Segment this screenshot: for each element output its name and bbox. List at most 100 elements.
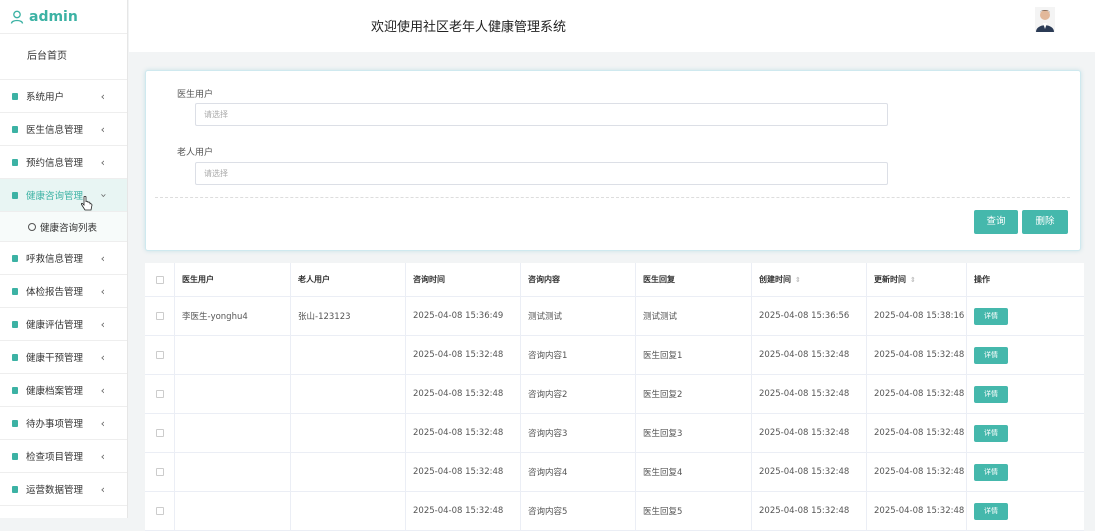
table-cell-time: 2025-04-08 15:32:48 xyxy=(406,453,521,491)
column-header: 咨询内容 xyxy=(521,263,636,296)
chevron-left-icon: ‹ xyxy=(100,482,105,496)
sidebar-item-health-assessment[interactable]: 健康评估管理 ‹ xyxy=(0,308,127,341)
table-cell-doctor xyxy=(175,453,291,491)
submenu-item-consult-list[interactable]: 健康咨询列表 xyxy=(0,212,127,242)
sort-icon[interactable]: ⇕ xyxy=(795,276,801,284)
detail-button[interactable]: 详情 xyxy=(974,502,1008,520)
sidebar-item-label: 呼救信息管理 xyxy=(26,254,84,265)
table-cell-doctor xyxy=(175,336,291,374)
sidebar-item-checkup-report[interactable]: 体检报告管理 ‹ xyxy=(0,275,127,308)
doctor-user-select[interactable]: 请选择 xyxy=(195,103,888,126)
table-cell-updated: 2025-04-08 15:32:48 xyxy=(867,492,967,530)
sidebar-item-label: 医生信息管理 xyxy=(26,125,84,136)
action-cell: 详情 xyxy=(967,336,1084,374)
sidebar-item-appointment[interactable]: 预约信息管理 ‹ xyxy=(0,146,127,179)
chevron-left-icon: ‹ xyxy=(100,449,105,463)
document-icon xyxy=(12,386,18,394)
sidebar-item-label: 健康档案管理 xyxy=(26,386,84,397)
row-select-cell xyxy=(145,375,175,413)
table-header: 医生用户 老人用户 咨询时间 咨询内容 医生回复 创建时间 ⇕ 更新时间 ⇕ 操作 xyxy=(145,263,1084,297)
row-checkbox[interactable] xyxy=(155,351,164,359)
table-cell-doctor xyxy=(175,492,291,530)
sort-icon[interactable]: ⇕ xyxy=(910,276,916,284)
sidebar-item-health-records[interactable]: 健康档案管理 ‹ xyxy=(0,374,127,407)
document-icon xyxy=(12,158,18,166)
row-select-cell xyxy=(145,297,175,335)
chevron-left-icon: ‹ xyxy=(100,317,105,331)
detail-button[interactable]: 详情 xyxy=(974,424,1008,442)
action-cell: 详情 xyxy=(967,414,1084,452)
column-header-label: 更新时间 xyxy=(874,275,906,284)
table-cell-doctor xyxy=(175,414,291,452)
sidebar-item-label: 系统用户 xyxy=(26,92,65,103)
table-cell-content: 咨询内容3 xyxy=(521,414,636,452)
detail-button[interactable]: 详情 xyxy=(974,385,1008,403)
elder-user-select[interactable]: 请选择 xyxy=(195,162,888,185)
table-cell-elder xyxy=(291,492,406,530)
table-row: 2025-04-08 15:32:48 咨询内容3 医生回复3 2025-04-08 … xyxy=(145,414,1084,453)
query-button[interactable]: 查询 xyxy=(974,210,1018,234)
row-checkbox[interactable] xyxy=(155,312,164,320)
sidebar-item-health-intervention[interactable]: 健康干预管理 ‹ xyxy=(0,341,127,374)
chevron-down-icon: ‹ xyxy=(96,192,110,198)
delete-button[interactable]: 删除 xyxy=(1022,210,1068,234)
avatar[interactable] xyxy=(1035,7,1055,32)
table-cell-content: 咨询内容4 xyxy=(521,453,636,491)
document-icon xyxy=(12,320,18,328)
top-bar: 欢迎使用社区老年人健康管理系统 xyxy=(129,0,1095,52)
table-cell-content: 咨询内容1 xyxy=(521,336,636,374)
chevron-left-icon: ‹ xyxy=(100,284,105,298)
chevron-left-icon: ‹ xyxy=(100,251,105,265)
sidebar-item-system-users[interactable]: 系统用户 ‹ xyxy=(0,80,127,113)
table-cell-doctor xyxy=(175,375,291,413)
table-cell-content: 咨询内容5 xyxy=(521,492,636,530)
user-icon xyxy=(10,10,24,24)
document-icon xyxy=(12,125,18,133)
row-checkbox[interactable] xyxy=(155,429,164,437)
clock-icon xyxy=(28,222,36,231)
column-header-sortable[interactable]: 更新时间 ⇕ xyxy=(867,263,967,296)
table-cell-updated: 2025-04-08 15:32:48 xyxy=(867,336,967,374)
submenu-item-label: 健康咨询列表 xyxy=(40,222,98,234)
table-cell-reply: 医生回复3 xyxy=(636,414,752,452)
table-cell-created: 2025-04-08 15:36:56 xyxy=(752,297,867,335)
page-title: 欢迎使用社区老年人健康管理系统 xyxy=(371,20,567,35)
table-cell-created: 2025-04-08 15:32:48 xyxy=(752,453,867,491)
detail-button[interactable]: 详情 xyxy=(974,463,1008,481)
table-cell-time: 2025-04-08 15:32:48 xyxy=(406,414,521,452)
document-icon xyxy=(12,485,18,493)
elder-user-label: 老人用户 xyxy=(177,148,214,158)
document-icon xyxy=(12,254,18,262)
sidebar-item-operations-data[interactable]: 运营数据管理 ‹ xyxy=(0,473,127,506)
sidebar-item-doctor-info[interactable]: 医生信息管理 ‹ xyxy=(0,113,127,146)
row-checkbox[interactable] xyxy=(155,390,164,398)
column-header-label: 创建时间 xyxy=(759,275,791,284)
chevron-left-icon: ‹ xyxy=(100,383,105,397)
sidebar-item-exam-items[interactable]: 检查项目管理 ‹ xyxy=(0,440,127,473)
sidebar-item-label: 健康咨询管理 xyxy=(26,191,84,202)
table-cell-reply: 医生回复2 xyxy=(636,375,752,413)
table-cell-time: 2025-04-08 15:32:48 xyxy=(406,492,521,530)
sidebar-item-todo[interactable]: 待办事项管理 ‹ xyxy=(0,407,127,440)
chevron-left-icon: ‹ xyxy=(100,350,105,364)
table-cell-created: 2025-04-08 15:32:48 xyxy=(752,375,867,413)
detail-button[interactable]: 详情 xyxy=(974,307,1008,325)
doctor-user-label: 医生用户 xyxy=(177,90,214,100)
sidebar-item-health-consult[interactable]: 健康咨询管理 ‹ xyxy=(0,179,127,212)
detail-button[interactable]: 详情 xyxy=(974,346,1008,364)
table-cell-created: 2025-04-08 15:32:48 xyxy=(752,492,867,530)
sidebar-home[interactable]: 后台首页 xyxy=(0,34,127,80)
column-header: 老人用户 xyxy=(291,263,406,296)
consult-table: 医生用户 老人用户 咨询时间 咨询内容 医生回复 创建时间 ⇕ 更新时间 ⇕ 操作 … xyxy=(145,263,1084,531)
row-checkbox[interactable] xyxy=(155,507,164,515)
row-select-cell xyxy=(145,414,175,452)
sidebar-item-label: 预约信息管理 xyxy=(26,158,84,169)
sidebar: admin 后台首页 系统用户 ‹ 医生信息管理 ‹ 预约信息管理 ‹ 健康咨询… xyxy=(0,0,128,518)
table-row: 2025-04-08 15:32:48 咨询内容5 医生回复5 2025-04-08 … xyxy=(145,492,1084,531)
table-cell-created: 2025-04-08 15:32:48 xyxy=(752,336,867,374)
sidebar-item-emergency[interactable]: 呼救信息管理 ‹ xyxy=(0,242,127,275)
table-cell-created: 2025-04-08 15:32:48 xyxy=(752,414,867,452)
select-all-checkbox[interactable] xyxy=(155,275,164,284)
column-header-sortable[interactable]: 创建时间 ⇕ xyxy=(752,263,867,296)
row-checkbox[interactable] xyxy=(155,468,164,476)
